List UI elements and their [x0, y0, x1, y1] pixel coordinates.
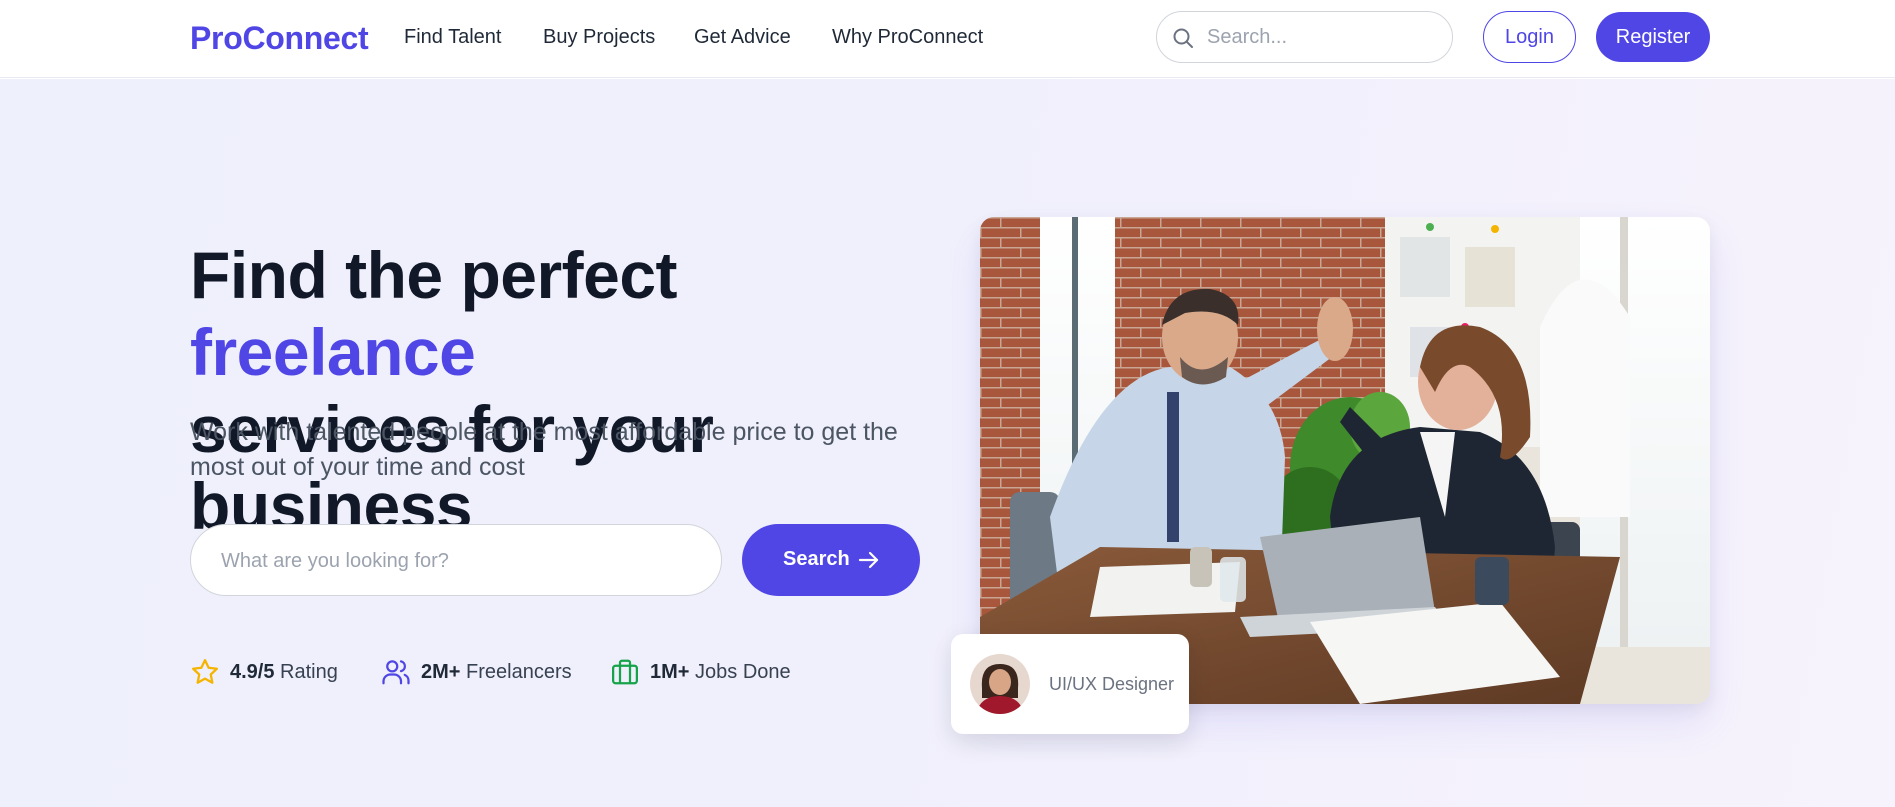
search-icon [1173, 28, 1193, 48]
headline-accent: freelance [190, 315, 476, 389]
search-button-label: Search [783, 548, 850, 570]
nav-link-get-advice[interactable]: Get Advice [694, 26, 791, 49]
profile-role: UI/UX Designer [1049, 674, 1175, 694]
briefcase-icon [612, 659, 638, 685]
hero-subtext: Work with talented people at the most af… [190, 418, 898, 481]
hero-image [980, 217, 1710, 704]
search-button[interactable]: Search [742, 524, 920, 596]
nav-link-why-proconnect[interactable]: Why ProConnect [832, 26, 983, 49]
top-nav: ProConnect Find Talent Buy Projects Get … [0, 0, 1895, 78]
stat-rating-value: 4.9/5 [230, 661, 275, 683]
arrow-right-icon [858, 551, 879, 569]
login-button[interactable]: Login [1483, 11, 1576, 63]
nav-link-buy-projects[interactable]: Buy Projects [543, 26, 655, 49]
avatar-icon [970, 654, 1030, 714]
headline-text-1: Find the perfect [190, 238, 678, 312]
nav-search-box[interactable] [1156, 11, 1453, 63]
stat-freelancers-value: 2M+ [421, 661, 461, 683]
stat-rating-label: Rating [280, 661, 338, 683]
nav-link-find-talent[interactable]: Find Talent [404, 26, 501, 49]
users-icon [382, 660, 410, 685]
register-button[interactable]: Register [1596, 12, 1710, 62]
hero-search-box[interactable] [190, 524, 722, 596]
stat-jobs-value: 1M+ [650, 661, 690, 683]
nav-search-input[interactable] [1207, 20, 1437, 54]
star-icon [192, 659, 218, 684]
team-high-five-photo [980, 217, 1710, 704]
hero-search-input[interactable] [221, 543, 701, 579]
profile-card: UI/UX Designer [951, 634, 1189, 734]
logo[interactable]: ProConnect [190, 20, 369, 57]
stat-freelancers-label: Freelancers [466, 661, 572, 683]
hero-headline: Find the perfect freelance services for y… [190, 237, 950, 545]
stat-jobs-label: Jobs Done [695, 661, 791, 683]
